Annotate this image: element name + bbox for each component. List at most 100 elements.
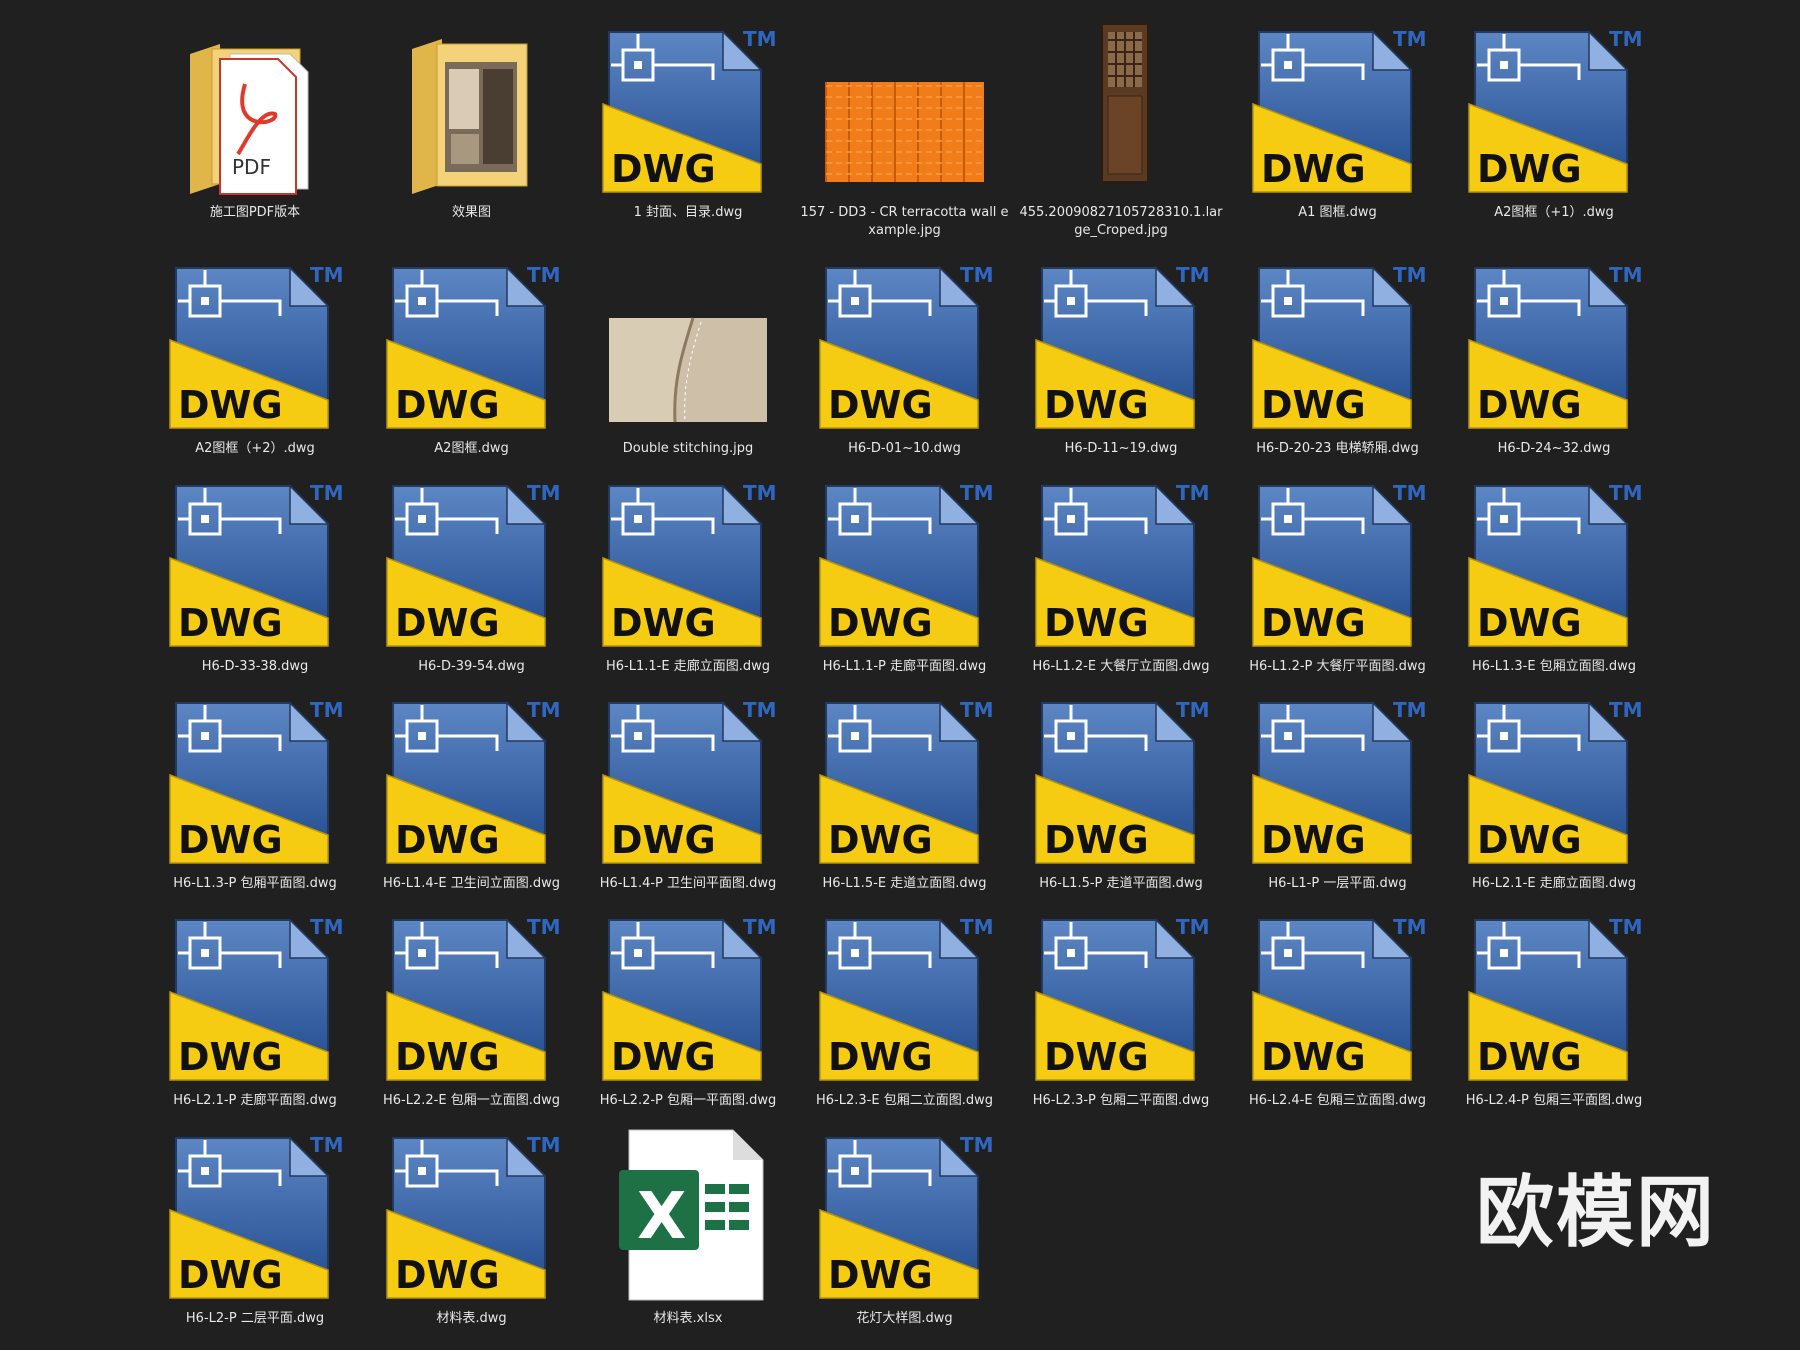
file-thumbnail: DWG TM: [367, 902, 577, 1090]
file-name-label: H6-D-01~10.dwg: [848, 441, 961, 456]
file-item[interactable]: 157 - DD3 - CR terracotta wall example.j…: [800, 14, 1010, 244]
file-thumbnail: [583, 250, 793, 438]
file-item[interactable]: 455.20090827105728310.1.large_Croped.jpg: [1016, 14, 1226, 244]
file-thumbnail: DWG TM: [583, 468, 793, 656]
file-item[interactable]: DWG TM H6-L1.2-P 大餐厅平面图.dwg: [1233, 468, 1443, 698]
file-thumbnail: DWG TM: [1449, 14, 1659, 202]
file-thumbnail: DWG TM: [1449, 685, 1659, 873]
file-item[interactable]: DWG TM H6-L1.1-P 走廊平面图.dwg: [800, 468, 1010, 698]
file-item[interactable]: Double stitching.jpg: [583, 250, 793, 480]
file-name-label: Double stitching.jpg: [622, 441, 754, 456]
dwg-file-icon: DWG TM: [602, 481, 777, 647]
file-item[interactable]: DWG TM 花灯大样图.dwg: [800, 1120, 1010, 1350]
dwg-badge-text: DWG: [178, 383, 283, 427]
file-name-label: H6-L1.3-E 包厢立面图.dwg: [1472, 659, 1636, 674]
file-item[interactable]: DWG TM H6-L2.3-P 包厢二平面图.dwg: [1016, 902, 1226, 1132]
file-item[interactable]: DWG TM 材料表.dwg: [367, 1120, 577, 1350]
file-name-label: H6-D-20-23 电梯轿厢.dwg: [1256, 441, 1419, 456]
file-item[interactable]: DWG TM H6-L2.1-E 走廊立面图.dwg: [1449, 685, 1659, 915]
file-item[interactable]: DWG TM H6-L2.3-E 包厢二立面图.dwg: [800, 902, 1010, 1132]
dwg-file-icon: DWG TM: [602, 27, 777, 193]
dwg-file-icon: DWG TM: [818, 481, 993, 647]
dwg-badge-text: DWG: [395, 818, 500, 862]
file-name-label: H6-L1-P 一层平面.dwg: [1268, 876, 1407, 891]
trademark-text: TM: [310, 1133, 344, 1157]
file-name-label: 材料表.dwg: [436, 1311, 507, 1326]
file-item[interactable]: DWG TM 1 封面、目录.dwg: [583, 14, 793, 244]
file-item[interactable]: DWG TM H6-L1.2-E 大餐厅立面图.dwg: [1016, 468, 1226, 698]
file-item[interactable]: DWG TM H6-L2.4-E 包厢三立面图.dwg: [1233, 902, 1443, 1132]
file-item[interactable]: DWG TM A2图框.dwg: [367, 250, 577, 480]
dwg-file-icon: DWG TM: [385, 698, 561, 864]
file-thumbnail: DWG TM: [150, 250, 360, 438]
file-name-label: H6-L2.3-P 包厢二平面图.dwg: [1032, 1093, 1210, 1108]
dwg-badge-text: DWG: [828, 1253, 933, 1297]
dwg-badge-text: DWG: [828, 383, 933, 427]
file-item[interactable]: DWG TM H6-D-11~19.dwg: [1016, 250, 1226, 480]
file-name-label: H6-L1.2-E 大餐厅立面图.dwg: [1032, 659, 1210, 674]
file-item[interactable]: DWG TM A1 图框.dwg: [1233, 14, 1443, 244]
file-name-label: A2图框.dwg: [434, 441, 509, 456]
file-item[interactable]: DWG TM A2图框（+2）.dwg: [150, 250, 360, 480]
dwg-file-icon: DWG TM: [385, 915, 561, 1081]
dwg-badge-text: DWG: [828, 818, 933, 862]
file-item[interactable]: DWG TM H6-L1.4-P 卫生间平面图.dwg: [583, 685, 793, 915]
file-thumbnail: DWG TM: [1449, 902, 1659, 1090]
file-item[interactable]: PDF 施工图PDF版本: [150, 14, 360, 244]
file-item[interactable]: DWG TM H6-L2.2-E 包厢一立面图.dwg: [367, 902, 577, 1132]
trademark-text: TM: [960, 698, 994, 722]
file-item[interactable]: DWG TM H6-L1-P 一层平面.dwg: [1233, 685, 1443, 915]
file-item[interactable]: DWG TM H6-D-33-38.dwg: [150, 468, 360, 698]
file-thumbnail: DWG TM: [1449, 468, 1659, 656]
brand-watermark: 欧模网: [1476, 1168, 1717, 1258]
trademark-text: TM: [310, 915, 344, 939]
file-item[interactable]: DWG TM H6-L2.1-P 走廊平面图.dwg: [150, 902, 360, 1132]
file-item[interactable]: DWG TM H6-L1.5-E 走道立面图.dwg: [800, 685, 1010, 915]
file-item[interactable]: X 材料表.xlsx: [583, 1120, 793, 1350]
dwg-file-icon: DWG TM: [169, 915, 344, 1081]
trademark-text: TM: [1393, 915, 1427, 939]
file-item[interactable]: DWG TM H6-L1.3-P 包厢平面图.dwg: [150, 685, 360, 915]
dwg-file-icon: DWG TM: [1251, 481, 1426, 647]
trademark-text: TM: [1609, 698, 1643, 722]
trademark-text: TM: [527, 915, 561, 939]
trademark-text: TM: [1393, 698, 1427, 722]
dwg-file-icon: DWG TM: [1251, 27, 1426, 193]
file-item[interactable]: DWG TM H6-L1.1-E 走廊立面图.dwg: [583, 468, 793, 698]
file-thumbnail: DWG TM: [583, 902, 793, 1090]
trademark-text: TM: [743, 698, 777, 722]
file-item[interactable]: DWG TM H6-D-01~10.dwg: [800, 250, 1010, 480]
file-item[interactable]: DWG TM H6-L1.4-E 卫生间立面图.dwg: [367, 685, 577, 915]
file-name-label: H6-L2.2-P 包厢一平面图.dwg: [599, 1093, 777, 1108]
file-thumbnail: DWG TM: [1233, 685, 1443, 873]
file-name-label: H6-L2-P 二层平面.dwg: [185, 1311, 325, 1326]
file-item[interactable]: DWG TM H6-L1.3-E 包厢立面图.dwg: [1449, 468, 1659, 698]
trademark-text: TM: [527, 481, 561, 505]
dwg-file-icon: DWG TM: [818, 915, 993, 1081]
file-item[interactable]: DWG TM H6-D-39-54.dwg: [367, 468, 577, 698]
trademark-text: TM: [527, 698, 561, 722]
file-grid: PDF 施工图PDF版本 效果图 DWG TM 1 封面、目录.dwg 157 - DD3 …: [0, 0, 1800, 1347]
dwg-file-icon: DWG TM: [1035, 263, 1210, 429]
file-item[interactable]: DWG TM H6-L2.2-P 包厢一平面图.dwg: [583, 902, 793, 1132]
file-name-label: H6-L1.1-E 走廊立面图.dwg: [606, 659, 770, 674]
dwg-file-icon: DWG TM: [1468, 698, 1643, 864]
file-name-label: 157 - DD3 - CR terracotta wall example.j…: [800, 205, 1009, 238]
file-item[interactable]: DWG TM H6-D-20-23 电梯轿厢.dwg: [1233, 250, 1443, 480]
file-name-label: H6-L2.1-P 走廊平面图.dwg: [173, 1093, 337, 1108]
trademark-text: TM: [1609, 481, 1643, 505]
dwg-file-icon: DWG TM: [169, 263, 344, 429]
file-thumbnail: DWG TM: [800, 468, 1010, 656]
trademark-text: TM: [1176, 698, 1210, 722]
file-item[interactable]: DWG TM H6-L2.4-P 包厢三平面图.dwg: [1449, 902, 1659, 1132]
file-item[interactable]: DWG TM A2图框（+1）.dwg: [1449, 14, 1659, 244]
file-name-label: H6-L1.5-E 走道立面图.dwg: [822, 876, 987, 891]
file-item[interactable]: DWG TM H6-L2-P 二层平面.dwg: [150, 1120, 360, 1350]
dwg-file-icon: DWG TM: [385, 481, 561, 647]
file-item[interactable]: DWG TM H6-D-24~32.dwg: [1449, 250, 1659, 480]
pdf-label-text: PDF: [232, 155, 271, 179]
dwg-file-icon: DWG TM: [1035, 698, 1210, 864]
file-item[interactable]: DWG TM H6-L1.5-P 走道平面图.dwg: [1016, 685, 1226, 915]
dwg-badge-text: DWG: [1044, 383, 1149, 427]
file-item[interactable]: 效果图: [367, 14, 577, 244]
